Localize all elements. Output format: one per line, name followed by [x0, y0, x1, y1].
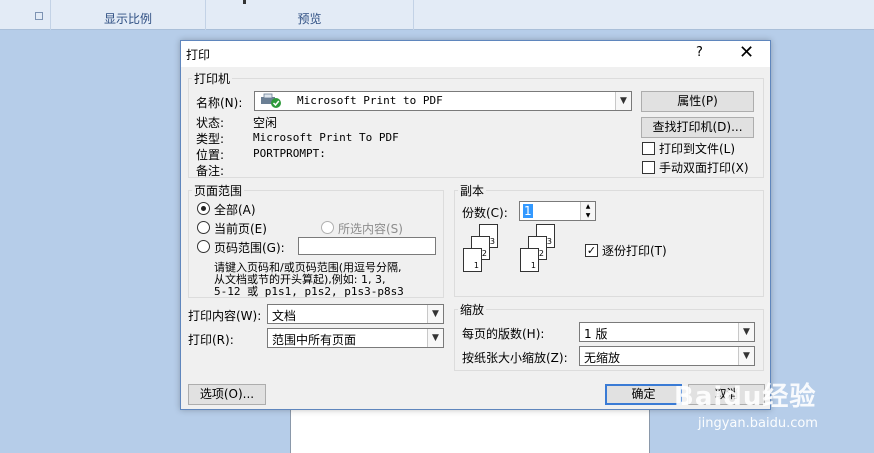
print-to-file-checkbox[interactable] — [642, 142, 655, 155]
manual-duplex-label[interactable]: 手动双面打印(X) — [659, 159, 749, 176]
zoom-group-label: 缩放 — [458, 301, 487, 318]
page-range-input[interactable] — [298, 237, 436, 255]
scale-label: 按纸张大小缩放(Z): — [462, 351, 568, 365]
ribbon-group-left — [0, 0, 51, 30]
collate-checkbox[interactable]: ✓ — [585, 244, 598, 257]
print-dialog: 打印 ? ✕ 打印机 名称(N): Microsoft Print to PDF… — [180, 40, 771, 410]
properties-button[interactable]: 属性(P) — [641, 91, 754, 112]
page-3-digit: 3 — [546, 237, 552, 246]
page-2-digit: 2 — [481, 249, 487, 258]
range-hint-line3: 5-12 或 p1s1, p1s2, p1s3-p8s3 — [214, 285, 404, 298]
collate-pages-icon: 3 2 1 — [518, 224, 560, 274]
type-value: Microsoft Print To PDF — [253, 131, 399, 144]
find-printer-button[interactable]: 查找打印机(D)... — [641, 117, 754, 138]
collate-label[interactable]: 逐份打印(T) — [602, 242, 667, 259]
ribbon: 显示比例 预览 — [0, 0, 874, 30]
status-value: 空闲 — [253, 116, 278, 130]
range-selection-radio[interactable] — [321, 221, 334, 234]
comment-label: 备注: — [196, 164, 225, 178]
chevron-down-icon[interactable]: ▼ — [738, 347, 754, 365]
spin-arrows-icon[interactable]: ▲ ▼ — [580, 202, 595, 220]
copies-label: 份数(C): — [462, 206, 508, 220]
status-label: 状态: — [196, 116, 225, 130]
print-label: 打印(R): — [188, 333, 234, 347]
print-what-value: 文档 — [272, 309, 297, 323]
page-1-icon: 1 — [463, 248, 482, 272]
close-button[interactable]: ✕ — [739, 42, 754, 64]
range-all-label[interactable]: 全部(A) — [214, 201, 256, 218]
range-pages-radio[interactable] — [197, 240, 210, 253]
manual-duplex-checkbox[interactable] — [642, 161, 655, 174]
type-label: 类型: — [196, 132, 225, 146]
ribbon-group-zoom-label: 显示比例 — [103, 12, 152, 26]
copies-group-label: 副本 — [458, 182, 487, 199]
ribbon-button-fragment[interactable] — [243, 0, 246, 4]
page-3-digit: 3 — [489, 237, 495, 246]
page-2-digit: 2 — [538, 249, 544, 258]
copies-spinner[interactable]: 1 ▲ ▼ — [519, 201, 596, 221]
where-label: 位置: — [196, 148, 225, 162]
printer-group-label: 打印机 — [192, 70, 233, 87]
watermark-brand: Baidu经验 — [674, 382, 817, 412]
print-value: 范围中所有页面 — [272, 333, 357, 347]
pages-per-sheet-select[interactable]: 1 版 ▼ — [579, 322, 755, 342]
range-all-radio[interactable] — [197, 202, 210, 215]
page-1-digit: 1 — [530, 261, 536, 270]
ribbon-group-preview: 预览 — [206, 0, 414, 30]
pages-per-sheet-value: 1 版 — [584, 327, 608, 341]
range-pages-label[interactable]: 页码范围(G): — [214, 239, 285, 256]
print-what-select[interactable]: 文档 ▼ — [267, 304, 444, 324]
copies-value: 1 — [523, 204, 533, 218]
ribbon-group-preview-label: 预览 — [297, 12, 322, 26]
watermark-url: jingyan.baidu.com — [698, 416, 818, 431]
chevron-down-icon[interactable]: ▼ — [738, 323, 754, 341]
scale-select[interactable]: 无缩放 ▼ — [579, 346, 755, 366]
chevron-down-icon[interactable]: ▼ — [615, 92, 631, 110]
range-selection-label[interactable]: 所选内容(S) — [338, 220, 403, 237]
help-button[interactable]: ? — [696, 45, 703, 60]
print-what-label: 打印内容(W): — [188, 309, 262, 323]
collate-pages-icon: 3 2 1 — [461, 224, 503, 274]
options-button[interactable]: 选项(O)... — [188, 384, 266, 405]
print-to-file-label[interactable]: 打印到文件(L) — [659, 140, 735, 157]
print-select[interactable]: 范围中所有页面 ▼ — [267, 328, 444, 348]
watermark: Baidu经验 jingyan.baidu.com — [668, 372, 868, 442]
pages-per-sheet-label: 每页的版数(H): — [462, 327, 545, 341]
printer-name-value: Microsoft Print to PDF — [297, 94, 443, 107]
dialog-launcher-icon[interactable] — [35, 12, 43, 20]
ribbon-group-zoom: 显示比例 — [51, 0, 206, 30]
printer-name-label: 名称(N): — [196, 96, 243, 110]
printer-name-select[interactable]: Microsoft Print to PDF ▼ — [254, 91, 632, 111]
page-range-group-label: 页面范围 — [192, 182, 245, 199]
dialog-title: 打印 — [186, 48, 211, 62]
printer-icon — [259, 93, 287, 109]
chevron-down-icon[interactable]: ▼ — [427, 329, 443, 347]
document-page — [290, 408, 650, 453]
chevron-down-icon[interactable]: ▼ — [427, 305, 443, 323]
range-current-page-radio[interactable] — [197, 221, 210, 234]
range-current-page-label[interactable]: 当前页(E) — [214, 220, 267, 237]
dialog-titlebar[interactable]: 打印 ? ✕ — [181, 41, 770, 67]
page-1-digit: 1 — [473, 261, 479, 270]
page-1-icon: 1 — [520, 248, 539, 272]
scale-value: 无缩放 — [584, 351, 621, 365]
where-value: PORTPROMPT: — [253, 147, 326, 160]
